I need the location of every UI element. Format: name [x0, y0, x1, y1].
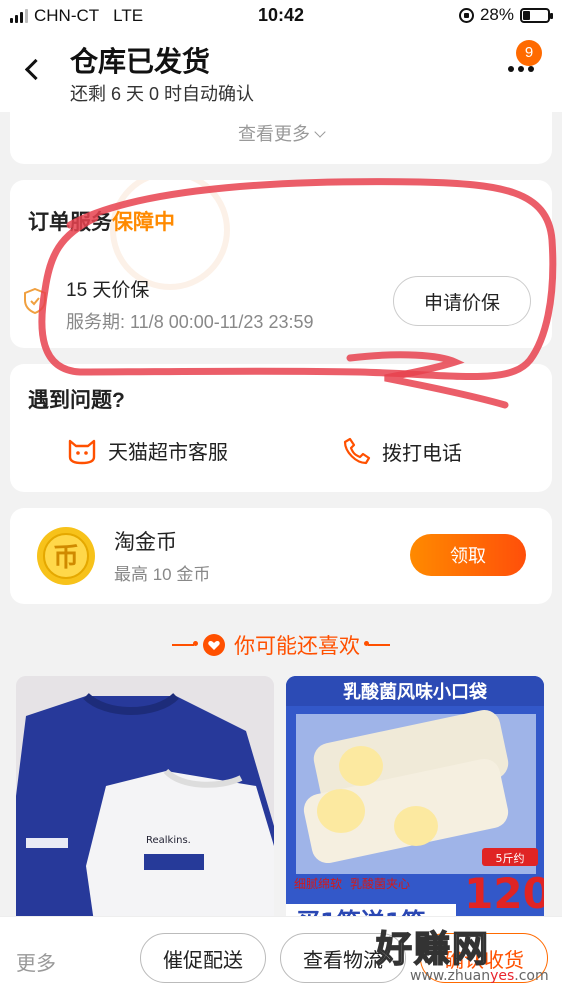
claim-coin-button[interactable]: 领取 [410, 534, 526, 576]
header: 仓库已发货 还剩 6 天 0 时自动确认 9 [0, 32, 562, 112]
coin-desc: 最高 10 金币 [114, 565, 211, 584]
sweatshirt-image: Realkins. [16, 676, 274, 936]
status-right: 28% [458, 5, 553, 25]
watermark-url: www.zhuanyes.com [410, 968, 549, 984]
divider-left [172, 641, 198, 646]
price-protection-name: 15 天价保 [66, 280, 150, 301]
apply-price-protection-button[interactable]: 申请价保 [393, 276, 531, 326]
chevron-down-icon [314, 126, 326, 138]
page-subtitle: 还剩 6 天 0 时自动确认 [70, 84, 255, 104]
help-title: 遇到问题? [28, 389, 125, 412]
order-service-card: 订单服务保障中 15 天价保 服务期: 11/8 00:00-11/23 23:… [10, 180, 552, 348]
service-title-accent: 保障中 [112, 211, 175, 234]
product-card-snack[interactable]: 乳酸菌风味小口袋 细腻绵软 乳酸菌夹心 5斤约 120 买1箱送1箱 [286, 676, 544, 936]
call-label: 拨打电话 [382, 442, 462, 465]
call-button[interactable]: 拨打电话 [342, 436, 462, 466]
service-title: 订单服务保障中 [28, 206, 175, 236]
watermark-url-prefix: www.zhuan [410, 968, 491, 984]
left-brand-text: Realkins. [146, 835, 191, 846]
help-card: 遇到问题? 天猫超市客服 拨打电话 [10, 364, 552, 492]
package-card: 查看更多 [10, 112, 552, 164]
price-protection-period: 服务期: 11/8 00:00-11/23 23:59 [66, 312, 314, 332]
gold-coin-icon: 币 [37, 527, 95, 585]
customer-service-label: 天猫超市客服 [108, 442, 228, 464]
page-title: 仓库已发货 [70, 46, 211, 77]
heart-icon [203, 634, 225, 656]
snack-tag1: 细腻绵软 [294, 877, 342, 891]
snack-tag2: 乳酸菌夹心 [350, 876, 410, 891]
coin-glyph: 币 [53, 543, 79, 573]
coin-name: 淘金币 [114, 531, 177, 554]
service-title-prefix: 订单服务 [28, 211, 112, 234]
site-watermark: 好赚网 www.zhuanyes.com [360, 918, 560, 996]
shield-icon [24, 288, 46, 314]
message-badge: 9 [516, 40, 542, 66]
watermark-main: 好赚网 [375, 927, 491, 970]
product-card-sweatshirts[interactable]: Realkins. [16, 676, 274, 936]
snack-count: 120 [464, 869, 544, 918]
see-more-link[interactable]: 查看更多 [10, 120, 552, 146]
battery-fill [523, 10, 530, 20]
watermark-url-suffix: .com [514, 968, 549, 984]
phone-icon [343, 437, 371, 465]
divider-right [364, 641, 390, 646]
urge-delivery-button[interactable]: 催促配送 [140, 933, 266, 983]
tmall-cat-icon [68, 439, 96, 464]
rotation-lock-icon [458, 7, 474, 23]
snack-image: 乳酸菌风味小口袋 细腻绵软 乳酸菌夹心 5斤约 120 买1箱送1箱 [286, 676, 544, 936]
customer-service-button[interactable]: 天猫超市客服 [66, 436, 228, 465]
battery-icon [520, 7, 553, 23]
bottom-more-link[interactable]: 更多 [16, 947, 56, 976]
recommend-header: 你可能还喜欢 [0, 630, 562, 660]
watermark-url-accent: yes [490, 968, 515, 984]
back-arrow-icon[interactable] [18, 54, 48, 84]
battery-percent: 28% [479, 5, 514, 24]
recommend-title: 你可能还喜欢 [234, 635, 360, 658]
status-bar: CHN-CT LTE 10:42 28% [0, 0, 562, 32]
see-more-label: 查看更多 [238, 124, 310, 144]
snack-weight: 5斤约 [496, 852, 525, 865]
more-options-icon[interactable] [508, 66, 534, 72]
snack-banner-text: 乳酸菌风味小口袋 [343, 681, 488, 703]
taojinbi-card: 币 淘金币 最高 10 金币 领取 [10, 508, 552, 604]
